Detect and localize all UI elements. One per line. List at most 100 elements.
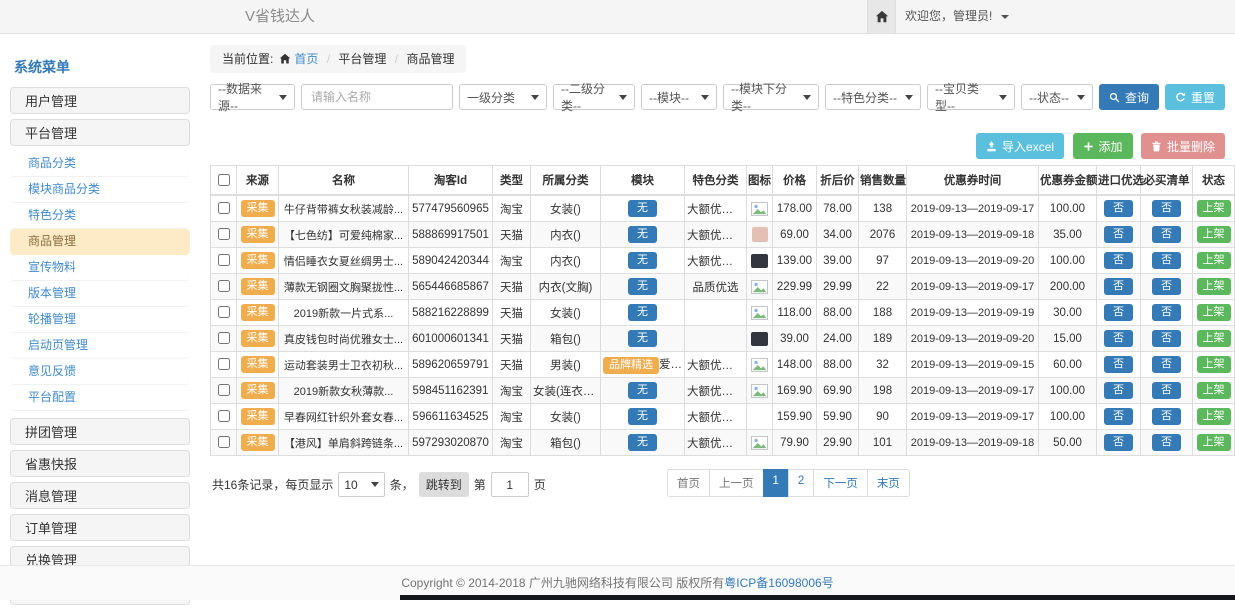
sidebar-item-promo-materials[interactable]: 宣传物料 — [10, 255, 190, 281]
status-badge[interactable]: 上架 — [1197, 226, 1231, 243]
page-button-1[interactable]: 1 — [763, 469, 789, 497]
status-select[interactable]: --状态-- — [1021, 84, 1093, 110]
sidebar-group-platform-management[interactable]: 平台管理 — [10, 119, 190, 146]
sidebar-item-goods-category[interactable]: 商品分类 — [10, 151, 190, 177]
must-buy-toggle[interactable]: 否 — [1152, 304, 1181, 321]
status-badge[interactable]: 上架 — [1197, 408, 1231, 425]
sidebar-group-group-buy-management[interactable]: 拼团管理 — [10, 418, 190, 445]
row-checkbox[interactable] — [218, 436, 230, 448]
caret-down-icon — [803, 95, 811, 100]
import-excel-button[interactable]: 导入excel — [976, 133, 1064, 159]
page-button-2[interactable]: 2 — [788, 469, 814, 497]
jump-page-input[interactable] — [491, 472, 529, 497]
page-button-下一页[interactable]: 下一页 — [813, 469, 868, 497]
select-all-checkbox[interactable] — [218, 174, 230, 186]
sidebar-item-platform-config[interactable]: 平台配置 — [10, 385, 190, 411]
sidebar: 系统菜单 用户管理平台管理商品分类模块商品分类特色分类商品管理宣传物料版本管理轮… — [10, 45, 190, 610]
must-buy-toggle[interactable]: 否 — [1152, 252, 1181, 269]
breadcrumb-home-link[interactable]: 首页 — [294, 52, 318, 66]
must-buy-toggle[interactable]: 否 — [1152, 330, 1181, 347]
import-select-toggle[interactable]: 否 — [1104, 252, 1133, 269]
import-select-toggle[interactable]: 否 — [1104, 356, 1133, 373]
status-badge[interactable]: 上架 — [1197, 330, 1231, 347]
import-select-toggle[interactable]: 否 — [1104, 382, 1133, 399]
row-checkbox[interactable] — [218, 410, 230, 422]
category-level2-select[interactable]: --二级分类-- — [553, 84, 635, 110]
sidebar-item-version-management[interactable]: 版本管理 — [10, 281, 190, 307]
status-badge[interactable]: 上架 — [1197, 304, 1231, 321]
icon-cell — [747, 195, 773, 222]
row-checkbox[interactable] — [218, 332, 230, 344]
sidebar-item-feature-category[interactable]: 特色分类 — [10, 203, 190, 229]
status-badge[interactable]: 上架 — [1197, 278, 1231, 295]
type-cell: 天猫 — [493, 222, 531, 248]
item-type-select[interactable]: --宝贝类型-- — [927, 84, 1015, 110]
feature-category-select[interactable]: --特色分类-- — [825, 84, 921, 110]
status-badge[interactable]: 上架 — [1197, 434, 1231, 451]
row-checkbox[interactable] — [218, 280, 230, 292]
status-badge[interactable]: 上架 — [1197, 356, 1231, 373]
jump-button[interactable]: 跳转到 — [419, 472, 469, 497]
sidebar-group-savings-express[interactable]: 省惠快报 — [10, 450, 190, 477]
taoke-id-cell: 589042420344 — [409, 248, 493, 274]
icp-link[interactable]: 粤ICP备16098006号 — [724, 576, 833, 590]
row-checkbox[interactable] — [218, 202, 230, 214]
page-button-末页[interactable]: 末页 — [867, 469, 910, 497]
page-button-首页[interactable]: 首页 — [667, 469, 710, 497]
must-buy-toggle[interactable]: 否 — [1152, 356, 1181, 373]
category-cell: 箱包() — [531, 430, 601, 456]
import-select-toggle[interactable]: 否 — [1104, 226, 1133, 243]
breadcrumb-prefix: 当前位置: — [222, 52, 273, 66]
import-select-toggle[interactable]: 否 — [1104, 200, 1133, 217]
name-cell: 早春网红针织外套女春... — [279, 404, 409, 430]
add-button[interactable]: 添加 — [1073, 133, 1133, 159]
must-buy-toggle[interactable]: 否 — [1152, 226, 1181, 243]
feature-category-cell: 大额优惠券 — [685, 195, 747, 222]
must-buy-toggle[interactable]: 否 — [1152, 382, 1181, 399]
must-buy-toggle[interactable]: 否 — [1152, 278, 1181, 295]
sidebar-group-order-management[interactable]: 订单管理 — [10, 514, 190, 541]
must-buy-toggle[interactable]: 否 — [1152, 434, 1181, 451]
row-checkbox[interactable] — [218, 228, 230, 240]
sidebar-group-message-management[interactable]: 消息管理 — [10, 482, 190, 509]
caret-down-icon — [999, 95, 1007, 100]
source-cell: 采集 — [237, 248, 279, 274]
sidebar-item-module-goods-category[interactable]: 模块商品分类 — [10, 177, 190, 203]
must-buy-toggle[interactable]: 否 — [1152, 200, 1181, 217]
status-badge[interactable]: 上架 — [1197, 252, 1231, 269]
reset-button[interactable]: 重置 — [1165, 84, 1225, 110]
data-source-select[interactable]: --数据来源-- — [210, 84, 295, 110]
discount-price-cell: 39.00 — [817, 248, 859, 274]
summary-mid: 条， — [390, 476, 414, 493]
table-row: 采集薄款无钢圈文胸聚拢性...565446685867天猫内衣(文胸)无品质优选… — [211, 274, 1235, 300]
row-checkbox[interactable] — [218, 384, 230, 396]
batch-delete-button[interactable]: 批量删除 — [1141, 133, 1225, 159]
import-select-toggle[interactable]: 否 — [1104, 434, 1133, 451]
name-input[interactable] — [309, 89, 445, 105]
import-select-toggle[interactable]: 否 — [1104, 278, 1133, 295]
category-level1-select[interactable]: 一级分类 — [459, 84, 547, 110]
module-select[interactable]: --模块-- — [641, 84, 717, 110]
bottom-dark-strip — [400, 595, 1235, 600]
status-badge[interactable]: 上架 — [1197, 382, 1231, 399]
sidebar-group-user-management[interactable]: 用户管理 — [10, 87, 190, 114]
sidebar-item-carousel-management[interactable]: 轮播管理 — [10, 307, 190, 333]
sidebar-item-feedback[interactable]: 意见反馈 — [10, 359, 190, 385]
taoke-id-cell: 596611634525 — [409, 404, 493, 430]
user-menu[interactable]: 欢迎您，管理员! — [905, 0, 1009, 33]
row-checkbox[interactable] — [218, 254, 230, 266]
search-button[interactable]: 查询 — [1099, 84, 1159, 110]
home-button[interactable] — [867, 0, 896, 33]
must-buy-toggle[interactable]: 否 — [1152, 408, 1181, 425]
per-page-select[interactable]: 10 — [338, 472, 384, 497]
import-select-toggle[interactable]: 否 — [1104, 330, 1133, 347]
status-badge[interactable]: 上架 — [1197, 200, 1231, 217]
row-checkbox[interactable] — [218, 306, 230, 318]
module-sub-category-select[interactable]: --模块下分类-- — [723, 84, 819, 110]
import-select-toggle[interactable]: 否 — [1104, 408, 1133, 425]
import-select-toggle[interactable]: 否 — [1104, 304, 1133, 321]
sidebar-item-goods-management[interactable]: 商品管理 — [10, 229, 190, 255]
sidebar-item-splash-page-management[interactable]: 启动页管理 — [10, 333, 190, 359]
row-checkbox[interactable] — [218, 358, 230, 370]
page-button-上一页[interactable]: 上一页 — [709, 469, 764, 497]
